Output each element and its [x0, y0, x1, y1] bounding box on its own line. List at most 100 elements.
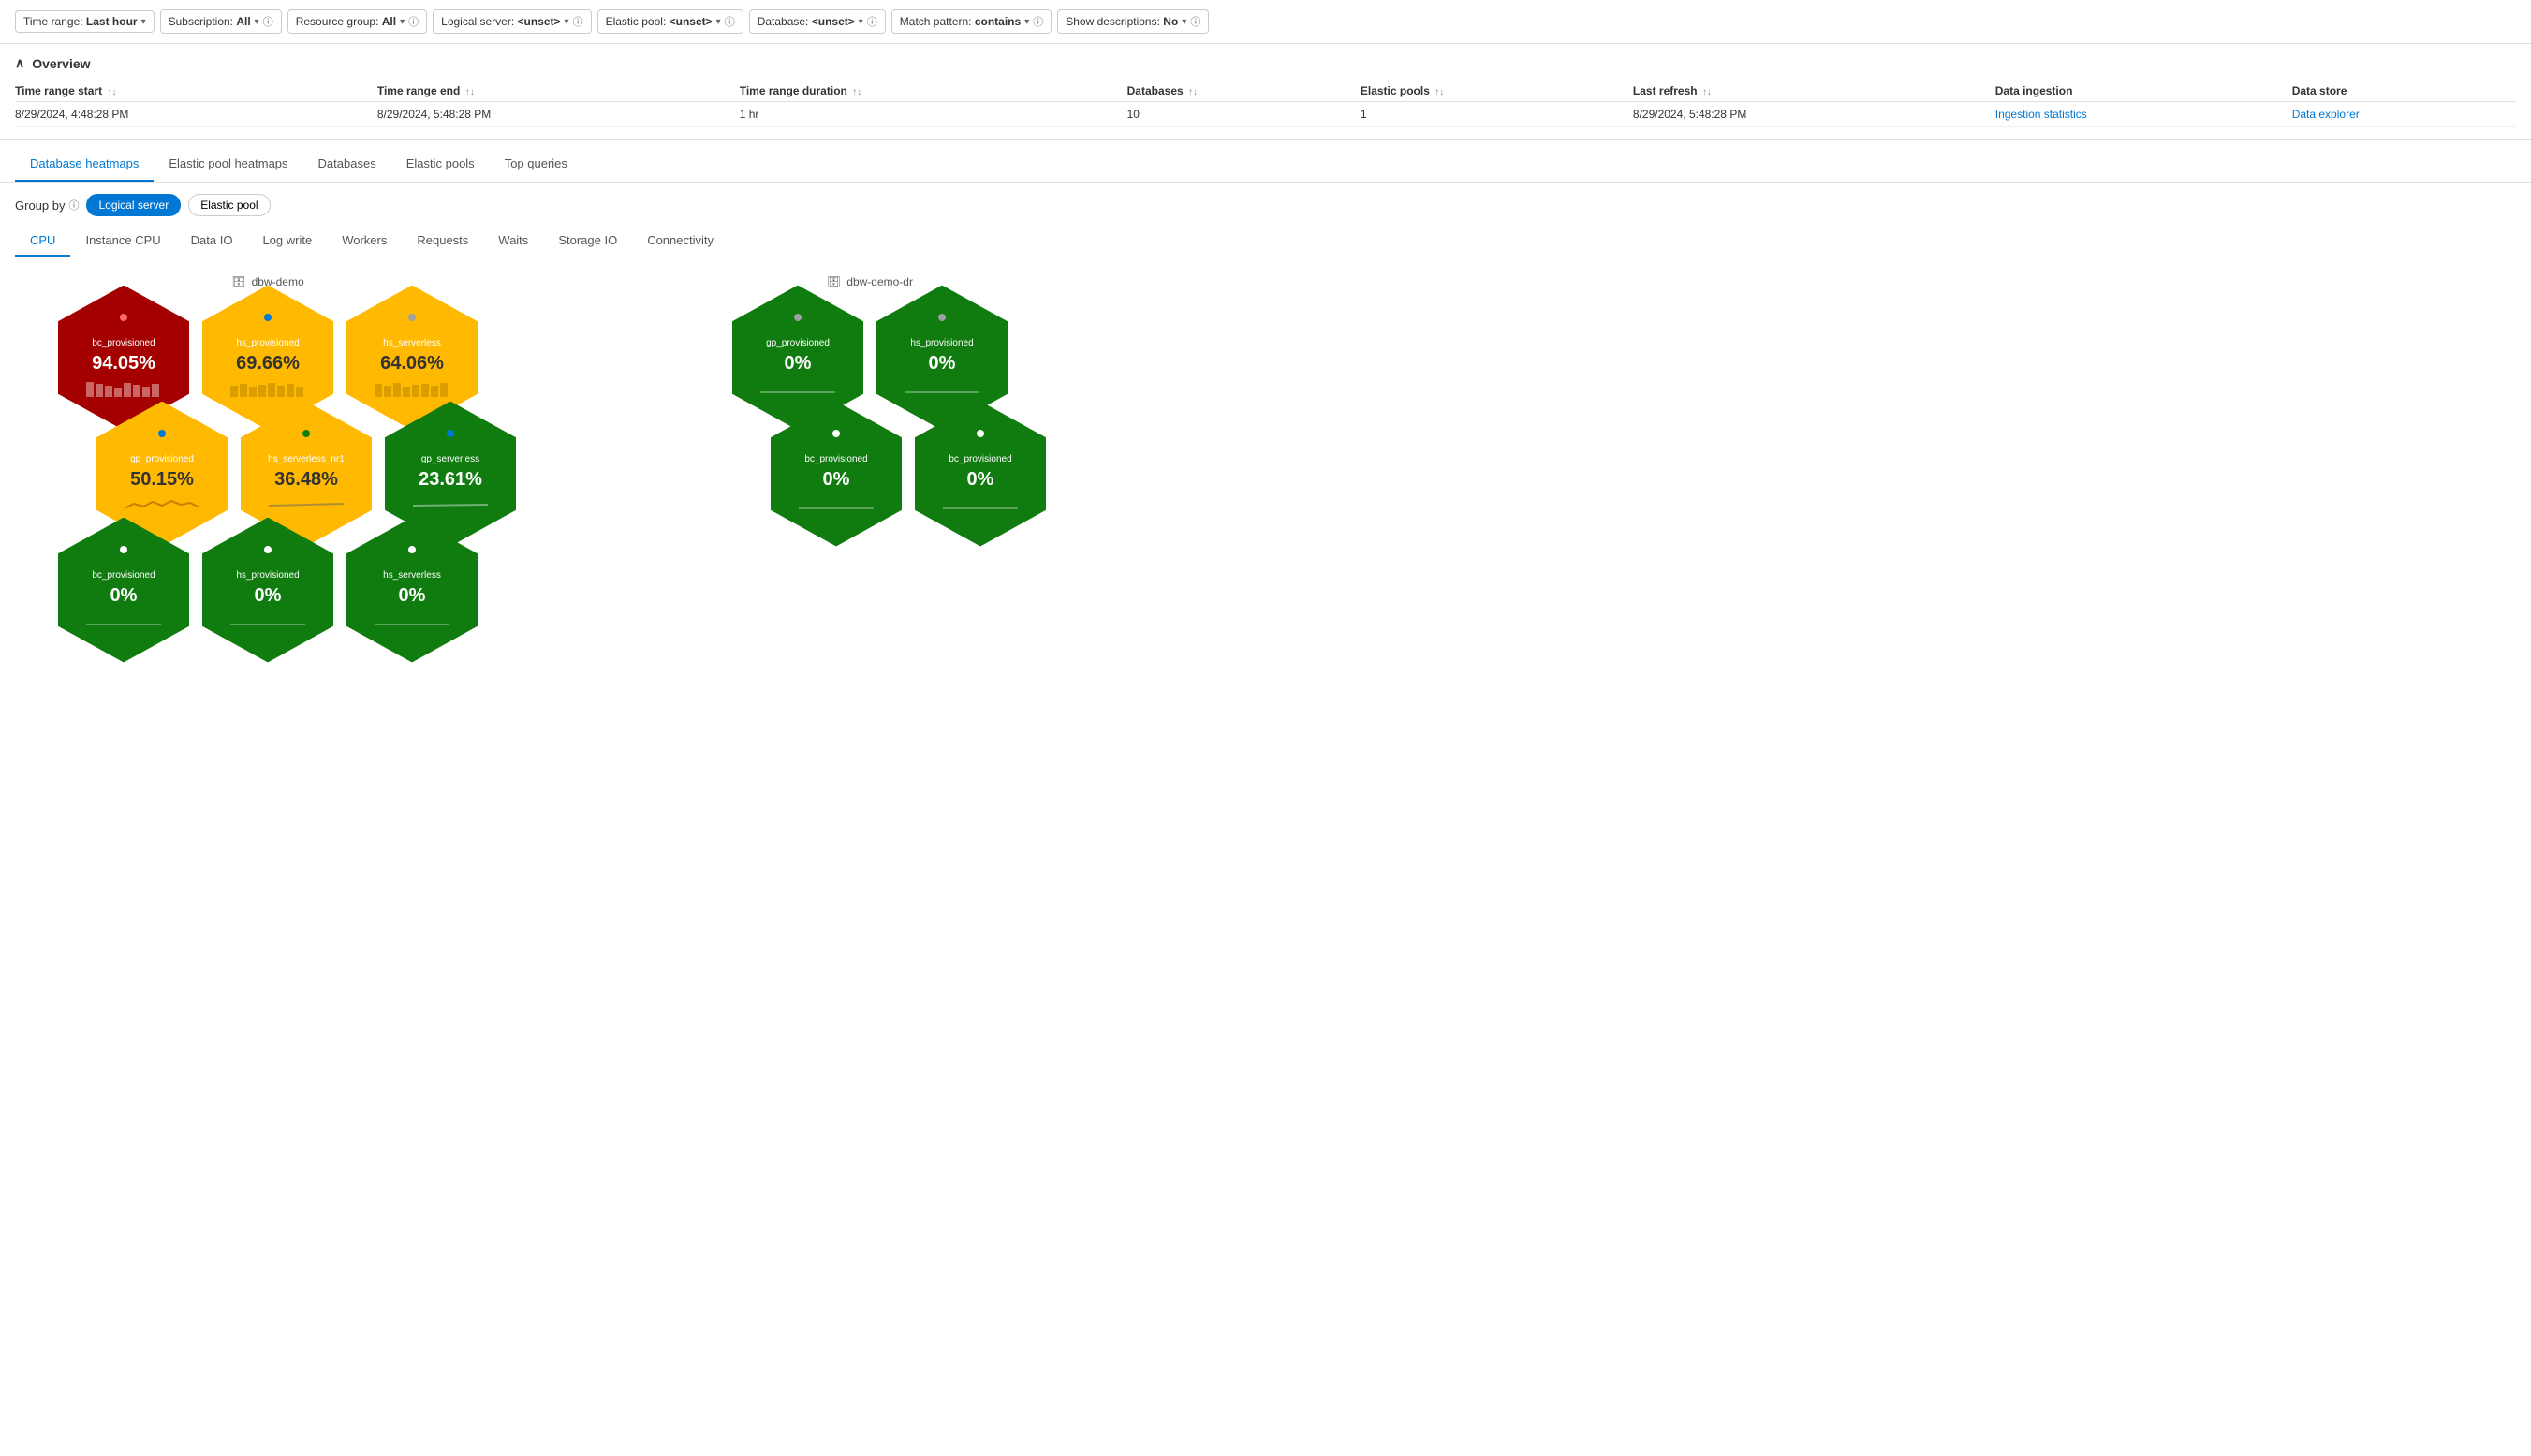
- sort-icon: ↑↓: [108, 87, 117, 97]
- metric-tab-storage-io[interactable]: Storage IO: [543, 226, 632, 257]
- col-elastic-pools[interactable]: Elastic pools ↑↓: [1361, 81, 1633, 102]
- col-databases[interactable]: Databases ↑↓: [1127, 81, 1361, 102]
- chevron-down-icon: ▾: [400, 17, 405, 27]
- info-icon: ⓘ: [263, 14, 273, 29]
- hexagon-bc-provisioned-green[interactable]: bc_provisioned 0%: [58, 518, 189, 663]
- chevron-down-icon: ▾: [255, 17, 259, 27]
- cell-data-store: Data explorer: [2292, 102, 2516, 127]
- hex-value: 23.61%: [419, 469, 482, 491]
- metric-tab-requests[interactable]: Requests: [402, 226, 483, 257]
- overview-header[interactable]: ∧ Overview: [15, 55, 2516, 71]
- col-time-start[interactable]: Time range start ↑↓: [15, 81, 377, 102]
- sparkline: [125, 494, 199, 513]
- hex-name: gp_provisioned: [766, 338, 830, 349]
- info-icon: ⓘ: [68, 198, 79, 213]
- hex-cell: hs_provisioned 0%: [198, 515, 338, 665]
- filter-label: Resource group: All: [296, 15, 396, 28]
- sort-icon: ↑↓: [1702, 87, 1712, 97]
- chevron-down-icon: ▾: [1182, 17, 1186, 27]
- hex-dot: [408, 314, 416, 321]
- sparkline: [230, 610, 305, 629]
- hex-value: 0%: [967, 469, 994, 491]
- match-pattern-filter[interactable]: Match pattern: contains ▾ ⓘ: [891, 9, 1052, 34]
- ingestion-statistics-link[interactable]: Ingestion statistics: [1995, 108, 2087, 121]
- hexagon-bc-provisioned-dr-2[interactable]: bc_provisioned 0%: [915, 402, 1046, 547]
- info-icon: ⓘ: [725, 14, 735, 29]
- sort-icon: ↑↓: [1188, 87, 1198, 97]
- hex-value: 0%: [255, 585, 282, 607]
- database-filter[interactable]: Database: <unset> ▾ ⓘ: [749, 9, 886, 34]
- sparkline: [943, 494, 1018, 513]
- hex-dot: [408, 546, 416, 553]
- hex-grid: gp_provisioned 0% hs_provisioned: [689, 300, 1051, 532]
- hex-dot: [447, 430, 454, 437]
- heatmap-group-dbw-demo: 🗄 dbw-demo bc_provisioned 94.05%: [15, 275, 521, 648]
- group-by-elastic-pool[interactable]: Elastic pool: [188, 194, 270, 216]
- metric-tab-instance-cpu[interactable]: Instance CPU: [70, 226, 175, 257]
- hex-value: 0%: [785, 353, 812, 375]
- filter-label: Subscription: All: [169, 15, 251, 28]
- main-tabs: Database heatmaps Elastic pool heatmaps …: [0, 147, 2531, 183]
- col-time-end[interactable]: Time range end ↑↓: [377, 81, 740, 102]
- col-duration[interactable]: Time range duration ↑↓: [740, 81, 1127, 102]
- sparkline: [799, 494, 874, 513]
- hex-dot: [938, 314, 946, 321]
- hex-dot: [302, 430, 310, 437]
- sparkline: [375, 378, 449, 397]
- metric-tab-data-io[interactable]: Data IO: [176, 226, 248, 257]
- hex-cell: bc_provisioned 0%: [53, 515, 194, 665]
- filter-label: Database: <unset>: [758, 15, 855, 28]
- filter-label: Show descriptions: No: [1066, 15, 1178, 28]
- metric-tab-log-write[interactable]: Log write: [247, 226, 327, 257]
- show-descriptions-filter[interactable]: Show descriptions: No ▾ ⓘ: [1057, 9, 1209, 34]
- sort-icon: ↑↓: [852, 87, 861, 97]
- sparkline: [413, 494, 488, 513]
- metric-tab-workers[interactable]: Workers: [327, 226, 402, 257]
- hex-value: 0%: [929, 353, 956, 375]
- group-by-section: Group by ⓘ Logical server Elastic pool: [0, 183, 2531, 216]
- hexagon-bc-provisioned-dr-1[interactable]: bc_provisioned 0%: [771, 402, 902, 547]
- elastic-pool-filter[interactable]: Elastic pool: <unset> ▾ ⓘ: [597, 9, 743, 34]
- tab-elastic-pool-heatmaps[interactable]: Elastic pool heatmaps: [154, 147, 302, 182]
- sparkline: [760, 378, 835, 397]
- hex-cell: bc_provisioned 0%: [766, 399, 906, 549]
- hex-dot: [977, 430, 984, 437]
- hex-name: gp_serverless: [421, 454, 479, 465]
- overview-table: Time range start ↑↓ Time range end ↑↓ Ti…: [15, 81, 2516, 127]
- chevron-down-icon: ▾: [859, 17, 863, 27]
- hex-cell: bc_provisioned 0%: [910, 399, 1051, 549]
- metric-tab-cpu[interactable]: CPU: [15, 226, 70, 257]
- tab-database-heatmaps[interactable]: Database heatmaps: [15, 147, 154, 182]
- chevron-down-icon: ▾: [565, 17, 569, 27]
- metric-tab-waits[interactable]: Waits: [483, 226, 543, 257]
- time-range-filter[interactable]: Time range: Last hour ▾: [15, 10, 155, 33]
- tab-elastic-pools[interactable]: Elastic pools: [391, 147, 490, 182]
- resource-group-filter[interactable]: Resource group: All ▾ ⓘ: [287, 9, 427, 34]
- col-last-refresh[interactable]: Last refresh ↑↓: [1633, 81, 1995, 102]
- hex-name: hs_serverless_nr1: [268, 454, 345, 465]
- info-icon: ⓘ: [867, 14, 877, 29]
- hexagon-hs-provisioned-green[interactable]: hs_provisioned 0%: [202, 518, 333, 663]
- overview-section: ∧ Overview Time range start ↑↓ Time rang…: [0, 44, 2531, 140]
- filter-label: Logical server: <unset>: [441, 15, 560, 28]
- cell-elastic-pools: 1: [1361, 102, 1633, 127]
- sparkline: [86, 378, 161, 397]
- hex-value: 69.66%: [236, 353, 300, 375]
- hex-dot: [120, 546, 127, 553]
- data-explorer-link[interactable]: Data explorer: [2292, 108, 2360, 121]
- tab-top-queries[interactable]: Top queries: [490, 147, 582, 182]
- hex-name: bc_provisioned: [804, 454, 867, 465]
- metric-tab-connectivity[interactable]: Connectivity: [632, 226, 728, 257]
- tab-databases[interactable]: Databases: [303, 147, 391, 182]
- info-icon: ⓘ: [408, 14, 419, 29]
- subscription-filter[interactable]: Subscription: All ▾ ⓘ: [160, 9, 282, 34]
- hexagon-hs-serverless-green[interactable]: hs_serverless 0%: [346, 518, 478, 663]
- sparkline: [905, 378, 979, 397]
- logical-server-filter[interactable]: Logical server: <unset> ▾ ⓘ: [433, 9, 591, 34]
- group-by-logical-server[interactable]: Logical server: [86, 194, 181, 216]
- hex-row-2: bc_provisioned 0% hs_provisioned: [53, 515, 482, 665]
- table-row: 8/29/2024, 4:48:28 PM 8/29/2024, 5:48:28…: [15, 102, 2516, 127]
- hex-dot: [832, 430, 840, 437]
- hex-value: 36.48%: [274, 469, 338, 491]
- sparkline: [375, 610, 449, 629]
